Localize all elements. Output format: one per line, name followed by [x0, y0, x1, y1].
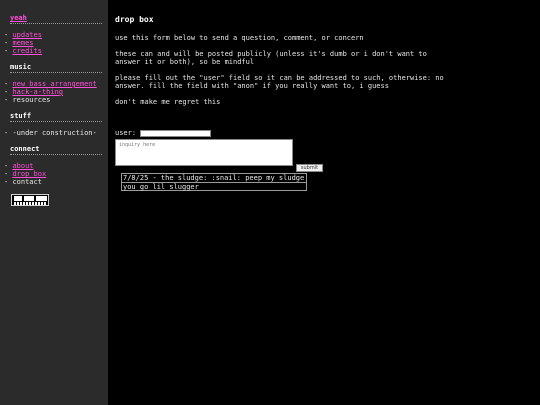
- page-title: drop box: [115, 15, 154, 24]
- user-row: user:: [115, 129, 535, 139]
- sidebar-item: - drop box: [4, 170, 47, 178]
- inquiry-textarea[interactable]: [115, 139, 293, 166]
- drop-box-form: user: submit: [115, 129, 535, 172]
- message-row: submit: [115, 139, 535, 172]
- sidebar-item: - hack-a-thing: [4, 88, 64, 96]
- intro-paragraph: these can and will be posted publicly (u…: [115, 50, 427, 66]
- sidebar-item: - -under construction-: [4, 129, 97, 137]
- sidebar-item: - resources: [4, 96, 51, 104]
- sidebar-list: - about - drop box - contact: [4, 162, 102, 186]
- site-badge-logo[interactable]: [11, 194, 49, 206]
- sidebar: yeah - updates - memes - credits music -…: [0, 0, 108, 405]
- sidebar-section-title: stuff: [10, 112, 102, 122]
- sidebar-item: - updates: [4, 31, 42, 39]
- sidebar-section-title: connect: [10, 145, 102, 155]
- user-field[interactable]: [140, 129, 212, 137]
- sidebar-link-drop-box[interactable]: drop box: [12, 170, 46, 178]
- sidebar-section-title: music: [10, 63, 102, 73]
- intro-paragraph: don't make me regret this: [115, 98, 221, 106]
- reply-question: 7/8/25 - the sludge: :snail: peep my slu…: [123, 174, 305, 182]
- main-content: drop box use this form below to send a q…: [115, 16, 535, 191]
- sidebar-item: - contact: [4, 178, 42, 186]
- sidebar-item-contact: contact: [12, 178, 42, 186]
- sidebar-item-under-construction: -under construction-: [12, 129, 97, 137]
- intro-paragraph: please fill out the "user" field so it c…: [115, 74, 444, 90]
- sidebar-link-updates[interactable]: updates: [12, 31, 42, 39]
- intro-paragraph: use this form below to send a question, …: [115, 34, 364, 42]
- reply-entry: 7/8/25 - the sludge: :snail: peep my slu…: [121, 173, 307, 191]
- sidebar-item-resources: resources: [12, 96, 51, 104]
- sidebar-list: - -under construction-: [4, 129, 102, 137]
- submit-button[interactable]: submit: [296, 164, 323, 172]
- sidebar-link-memes[interactable]: memes: [12, 39, 33, 47]
- sidebar-list: - new bass arrangement - hack-a-thing - …: [4, 80, 102, 104]
- sidebar-link-hack-a-thing[interactable]: hack-a-thing: [12, 88, 63, 96]
- user-label: user:: [115, 129, 137, 137]
- sidebar-item: - credits: [4, 47, 42, 55]
- sidebar-item: - memes: [4, 39, 34, 47]
- sidebar-section-title[interactable]: yeah: [10, 14, 102, 24]
- sidebar-item: - about: [4, 162, 34, 170]
- sidebar-item: - new bass arrangement: [4, 80, 97, 88]
- reply-answer: you go lil slugger: [122, 182, 306, 191]
- sidebar-link-credits[interactable]: credits: [12, 47, 42, 55]
- sidebar-link-new-bass-arrangement[interactable]: new bass arrangement: [12, 80, 96, 88]
- sidebar-link-about[interactable]: about: [12, 162, 33, 170]
- sidebar-list: - updates - memes - credits: [4, 31, 102, 55]
